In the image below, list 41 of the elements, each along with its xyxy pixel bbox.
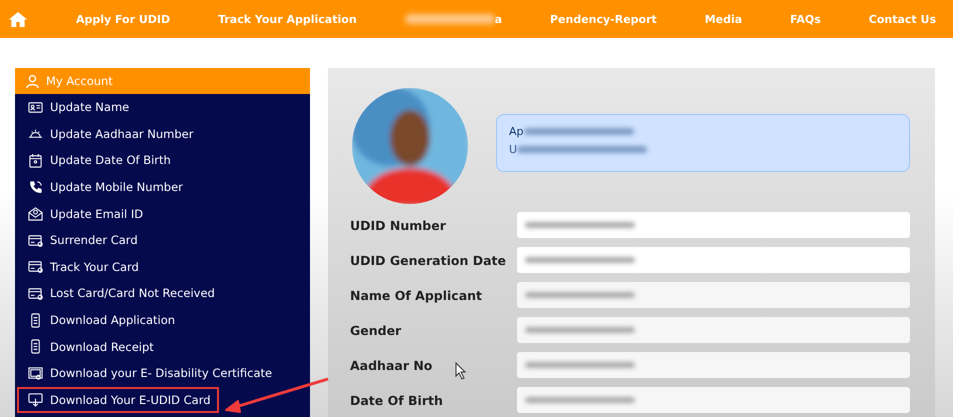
certificate-icon <box>28 366 43 381</box>
phone-icon <box>28 180 43 195</box>
sidebar-item[interactable]: Update Aadhaar Number <box>17 120 202 148</box>
cursor-icon <box>455 362 467 380</box>
status-text: U <box>509 143 518 156</box>
field-label: Aadhaar No <box>350 358 432 372</box>
sidebar-item[interactable]: Download Receipt <box>17 333 162 360</box>
field-label: Date Of Birth <box>350 392 443 408</box>
input-field[interactable] <box>517 387 910 413</box>
envelope-icon <box>28 206 43 222</box>
mobile-icon <box>28 312 43 328</box>
status-title: Ap <box>509 125 524 138</box>
input-field[interactable] <box>517 317 910 343</box>
sidebar-item[interactable]: Update Name <box>17 94 138 121</box>
download-icon <box>28 392 43 408</box>
sidebar-item[interactable]: Update Email ID <box>17 200 152 227</box>
home-icon[interactable] <box>8 10 28 28</box>
sidebar-item[interactable]: Download Application <box>17 306 184 334</box>
sidebar-item[interactable]: Track Your Card <box>17 254 147 280</box>
input-field[interactable] <box>517 212 910 238</box>
field-label: Name Of Applicant <box>350 288 482 302</box>
sidebar-item[interactable]: Download your E- Disability Certificate <box>17 360 280 387</box>
sidebar-item[interactable]: Lost Card/Card Not Received <box>17 280 223 307</box>
user-icon <box>25 74 40 88</box>
input-field[interactable] <box>517 282 910 308</box>
sidebar-header-text: My Account <box>46 74 113 88</box>
field-label: Gender <box>350 322 402 338</box>
sidebar-item[interactable]: Update Mobile Number <box>17 174 191 200</box>
sidebar-item[interactable]: Surrender Card <box>17 226 146 254</box>
id-card-icon <box>28 100 43 115</box>
sidebar-item[interactable]: Update Date Of Birth <box>17 147 179 174</box>
field-label: UDID Generation Date <box>350 252 506 268</box>
card-icon <box>28 286 43 301</box>
input-field[interactable] <box>517 247 910 273</box>
card-icon <box>28 232 43 248</box>
input-field[interactable] <box>517 352 910 378</box>
sidebar-item[interactable]: Download Your E-UDID Card <box>17 386 219 414</box>
calendar-icon <box>28 152 43 168</box>
field-label: UDID Number <box>350 218 446 232</box>
card-icon <box>28 259 43 274</box>
mobile-icon <box>28 339 43 354</box>
